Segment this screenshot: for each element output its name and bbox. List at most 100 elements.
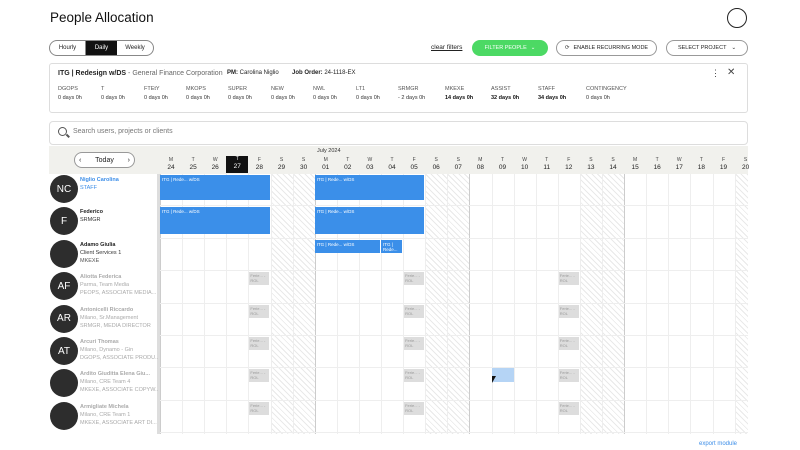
day-column-header[interactable]: S 13 xyxy=(580,157,602,171)
day-column-header[interactable]: S 30 xyxy=(293,157,315,171)
allocation-bar[interactable]: ITG | Rede... w/DS xyxy=(314,207,425,235)
export-module-link[interactable]: export module xyxy=(699,441,737,447)
day-column-header[interactable]: T 27 xyxy=(226,156,249,173)
clear-filters-link[interactable]: clear filters xyxy=(431,44,462,51)
day-cell-column[interactable] xyxy=(491,174,514,434)
time-off-block[interactable]: Ferie... - ROL xyxy=(558,369,579,383)
time-off-block[interactable]: Ferie... - ROL xyxy=(249,304,270,318)
day-column-header[interactable]: T 04 xyxy=(381,157,403,171)
chevron-down-icon: ⌄ xyxy=(731,45,737,51)
weekday-label: M xyxy=(323,157,328,163)
person-row[interactable]: Adamo Giulia Client Services 1 MKEXE xyxy=(49,239,159,271)
daily-button[interactable]: Daily xyxy=(86,41,117,55)
day-column-header[interactable]: F 12 xyxy=(558,157,580,171)
day-column-header[interactable]: S 14 xyxy=(602,157,624,171)
time-off-block[interactable]: Ferie... - ROL xyxy=(249,272,270,286)
day-cell-column[interactable] xyxy=(602,174,625,434)
time-off-block[interactable]: Ferie... - ROL xyxy=(558,272,579,286)
search-input[interactable]: Search users, projects or clients xyxy=(73,128,173,135)
day-column-header[interactable]: W 10 xyxy=(514,157,536,171)
weekday-label: S xyxy=(589,157,593,163)
time-off-block[interactable]: Ferie... - ROL xyxy=(404,304,425,318)
day-column-header[interactable]: T 18 xyxy=(690,157,712,171)
time-off-block[interactable]: Ferie... - ROL xyxy=(404,369,425,383)
date-label: 25 xyxy=(189,164,197,171)
avatar: NC xyxy=(50,175,78,203)
person-row[interactable]: NC Niglio Carolina STAFF xyxy=(49,174,159,206)
date-label: 15 xyxy=(631,164,639,171)
select-project-dropdown[interactable]: SELECT PROJECT ⌄ xyxy=(666,40,748,56)
day-column-header[interactable]: S 20 xyxy=(735,157,757,171)
day-cell-column[interactable] xyxy=(646,174,668,434)
allocation-bar[interactable]: ITG | Rede... w/DS xyxy=(160,175,270,200)
person-row[interactable]: Armigliate Michela Milano, CRE Team 1 MKEX… xyxy=(49,401,159,433)
weekday-label: T xyxy=(346,157,350,163)
day-column-header[interactable]: T 09 xyxy=(492,157,514,171)
day-column-header[interactable]: S 07 xyxy=(447,157,469,171)
day-cell-column[interactable] xyxy=(712,174,735,434)
day-cell-column[interactable] xyxy=(690,174,712,434)
user-avatar-icon[interactable] xyxy=(727,8,747,28)
close-icon[interactable]: ✕ xyxy=(727,67,735,78)
person-row[interactable]: F Federico SRMGR xyxy=(49,206,159,238)
person-row[interactable]: AT Arcuri Thomas Milano, Dynamo - Gin DGOPS… xyxy=(49,336,159,368)
time-off-block[interactable]: Ferie... - ROL xyxy=(249,337,270,350)
day-cell-column[interactable] xyxy=(270,174,293,434)
allocation-bar[interactable]: ITG | Rede... w/DS xyxy=(314,175,425,200)
chevron-right-icon[interactable]: › xyxy=(128,157,130,164)
day-column-header[interactable]: S 06 xyxy=(425,157,447,171)
day-column-header[interactable]: T 11 xyxy=(536,157,558,171)
role-value: 0 days 0h xyxy=(271,95,295,101)
avatar: AT xyxy=(50,337,78,365)
person-row[interactable]: Ardito Giuditta Elena Giu... Milano, CRE … xyxy=(49,368,159,400)
filter-people-button[interactable]: FILTER PEOPLE ⌄ xyxy=(472,40,548,56)
day-cell-column[interactable] xyxy=(579,174,602,434)
person-row[interactable]: AR Antonicelli Riccardo Milano, Sr.Managem… xyxy=(49,304,159,336)
hourly-button[interactable]: Hourly xyxy=(50,41,86,55)
time-off-block[interactable]: Ferie... - ROL xyxy=(404,401,425,415)
day-column-header[interactable]: W 17 xyxy=(668,157,690,171)
today-navigator[interactable]: ‹ Today › xyxy=(74,152,135,168)
time-off-block[interactable]: Ferie... - ROL xyxy=(404,337,425,350)
day-column-header[interactable]: F 19 xyxy=(713,157,735,171)
recurring-mode-button[interactable]: ⟳ ENABLE RECURRING MODE xyxy=(556,40,657,56)
allocation-grid[interactable]: ITG | Rede... w/DS ITG | Rede... w/DS ITG … xyxy=(160,174,748,434)
time-off-block[interactable]: Ferie... - ROL xyxy=(558,337,579,350)
day-column-header[interactable]: W 26 xyxy=(204,157,226,171)
day-cell-column[interactable] xyxy=(734,174,748,434)
allocation-bar[interactable]: ITG | Rede... w/DS xyxy=(314,239,380,253)
time-off-block[interactable]: Ferie... - ROL xyxy=(558,401,579,415)
time-off-block[interactable]: Ferie... - ROL xyxy=(404,272,425,286)
time-off-block[interactable]: Ferie... - ROL xyxy=(558,304,579,318)
allocation-bar[interactable]: ITG | Rede... w/DS xyxy=(160,207,270,235)
day-cell-column[interactable] xyxy=(624,174,646,434)
day-cell-column[interactable] xyxy=(535,174,558,434)
day-column-header[interactable]: F 05 xyxy=(403,157,425,171)
day-cell-column[interactable] xyxy=(425,174,448,434)
day-column-header[interactable]: S 29 xyxy=(271,157,293,171)
weekly-button[interactable]: Weekly xyxy=(117,41,153,55)
day-column-header[interactable]: M 15 xyxy=(624,157,646,171)
day-column-header[interactable]: W 03 xyxy=(359,157,381,171)
day-column-header[interactable]: T 02 xyxy=(337,157,359,171)
day-cell-column[interactable] xyxy=(292,174,315,434)
day-column-header[interactable]: M 08 xyxy=(469,157,491,171)
allocation-bar[interactable]: ITG | Rede... w/DS xyxy=(381,239,403,253)
day-column-header[interactable]: F 28 xyxy=(248,157,270,171)
more-options-icon[interactable]: ⋮ xyxy=(711,68,720,79)
day-cell-column[interactable] xyxy=(668,174,690,434)
day-column-header[interactable]: T 16 xyxy=(646,157,668,171)
chevron-left-icon[interactable]: ‹ xyxy=(79,157,81,164)
time-off-block[interactable]: Ferie... - ROL xyxy=(249,369,270,383)
time-off-block[interactable]: Ferie... - ROL xyxy=(249,401,270,415)
day-column-header[interactable]: T 25 xyxy=(182,157,204,171)
day-cell-column[interactable] xyxy=(469,174,491,434)
search-bar[interactable]: Search users, projects or clients xyxy=(49,121,748,145)
day-cell-column[interactable] xyxy=(513,174,536,434)
day-column-header[interactable]: M 01 xyxy=(315,157,337,171)
day-cell-column[interactable] xyxy=(447,174,470,434)
day-column-header[interactable]: M 24 xyxy=(160,157,182,171)
today-button[interactable]: Today xyxy=(95,157,114,164)
weekday-label: W xyxy=(676,157,682,163)
person-row[interactable]: AF Aliotta Federica Parma, Team Media PEOPS… xyxy=(49,271,159,303)
